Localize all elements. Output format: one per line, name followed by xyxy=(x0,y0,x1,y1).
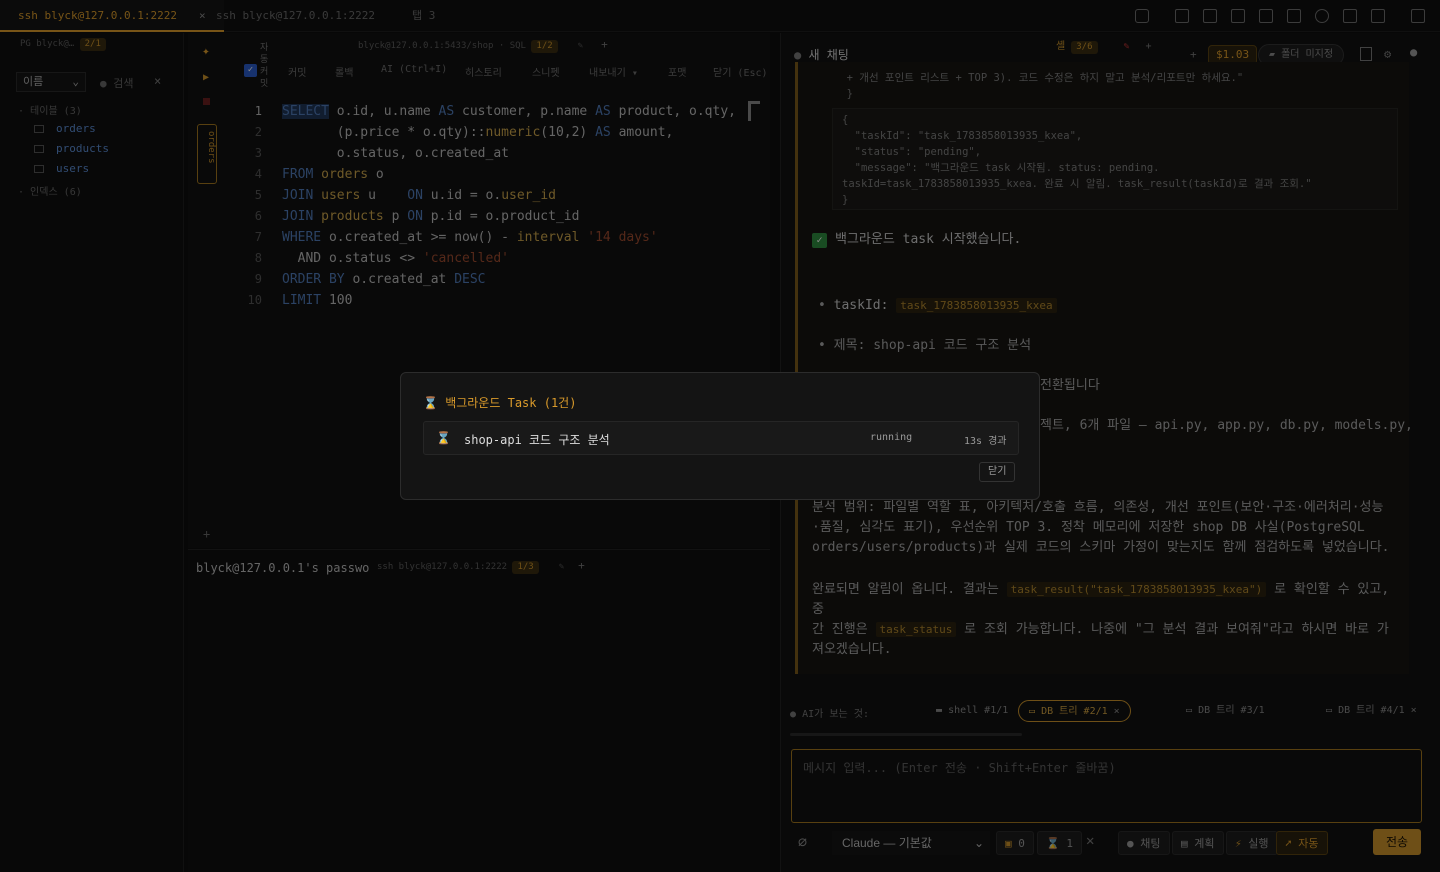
hourglass-icon: ⌛ xyxy=(436,431,451,445)
task-name: shop-api 코드 구조 분석 xyxy=(464,433,610,447)
hourglass-icon: ⌛ xyxy=(423,396,438,410)
background-task-modal: ⌛ 백그라운드 Task (1건) ⌛ shop-api 코드 구조 분석 ru… xyxy=(400,372,1040,500)
modal-title: ⌛ 백그라운드 Task (1건) xyxy=(423,396,577,410)
task-status: running xyxy=(870,432,913,443)
modal-close-button[interactable]: 닫기 xyxy=(979,462,1016,482)
task-elapsed: 13s 경과 xyxy=(964,436,1007,447)
task-row[interactable]: ⌛ shop-api 코드 구조 분석 running 13s 경과 xyxy=(423,421,1019,455)
